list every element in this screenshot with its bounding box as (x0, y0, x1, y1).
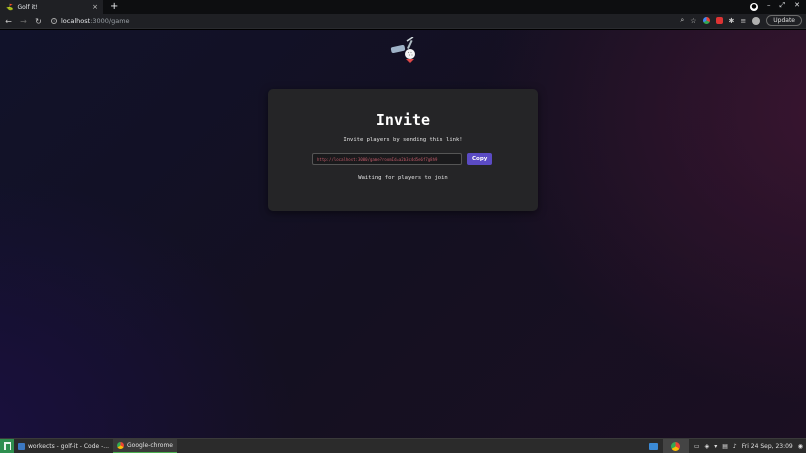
back-arrow-icon[interactable]: ← (2, 17, 15, 26)
browser-right-tools: ⌕ ☆ ✱ ≡ Update (680, 15, 802, 26)
chrome-icon (117, 441, 125, 449)
browser-toolbar: ← → ↻ i localhost:3000/game ⌕ ☆ ✱ ≡ Upda… (0, 14, 806, 29)
invite-link-row: Copy (312, 153, 493, 165)
os-taskbar: workects - golf-it - Code -... Google-ch… (0, 438, 806, 453)
url-host: localhost (61, 17, 91, 25)
taskbar-item-label: Google-chrome (127, 441, 173, 449)
minimize-button[interactable]: – (767, 1, 771, 11)
record-icon[interactable]: ● (750, 3, 759, 11)
volume-icon[interactable]: ♪ (733, 443, 737, 450)
url-path: :3000/game (90, 17, 130, 25)
update-button[interactable]: Update (766, 15, 802, 26)
code-editor-icon (18, 442, 25, 450)
browser-tab-strip: ⛳ Golf it! × + ● – ⤢ ✕ (0, 0, 806, 14)
start-menu-button[interactable] (0, 438, 14, 453)
taskbar-item-chrome[interactable]: Google-chrome (113, 438, 177, 453)
red-extension-icon[interactable] (715, 17, 723, 24)
search-icon[interactable]: ⌕ (680, 16, 684, 25)
page-title: Invite (375, 111, 431, 129)
profile-avatar-icon[interactable] (752, 16, 761, 25)
tab-title: Golf it! (17, 3, 38, 11)
shield-icon[interactable]: ◈ (705, 443, 710, 450)
forward-arrow-icon[interactable]: → (17, 17, 30, 26)
color-extension-icon[interactable] (702, 17, 710, 24)
media-control-icon[interactable]: ≡ (740, 17, 746, 25)
clipboard-icon[interactable]: ▤ (722, 443, 728, 450)
invite-link-input[interactable] (312, 153, 462, 165)
maximize-button[interactable]: ⤢ (780, 1, 786, 11)
taskbar-item-label: workects - golf-it - Code -... (28, 442, 110, 450)
system-tray: ▭ ◈ ▾ ▤ ♪ Fri 24 Sep, 23:09 ◉ (648, 439, 803, 453)
bookmark-star-icon[interactable]: ☆ (690, 17, 696, 25)
clock[interactable]: Fri 24 Sep, 23:09 (742, 443, 793, 450)
taskbar-item-vscode[interactable]: workects - golf-it - Code -... (14, 439, 113, 453)
address-bar[interactable]: i localhost:3000/game (51, 17, 611, 25)
golf-logo-icon (390, 37, 415, 63)
invite-card: Invite Invite players by sending this li… (268, 89, 538, 211)
pinned-chrome-button[interactable] (662, 439, 689, 453)
menu-logo-icon (3, 442, 11, 450)
new-tab-button[interactable]: + (110, 0, 118, 14)
game-page: Invite Invite players by sending this li… (0, 30, 806, 438)
chrome-icon (671, 442, 681, 451)
browser-tab[interactable]: ⛳ Golf it! × (0, 0, 103, 14)
reload-icon[interactable]: ↻ (32, 17, 45, 26)
folder-icon[interactable] (648, 443, 658, 450)
golf-favicon-icon: ⛳ (6, 3, 14, 11)
close-window-button[interactable]: ✕ (794, 1, 800, 11)
site-info-icon[interactable]: i (51, 18, 57, 24)
wifi-icon[interactable]: ▾ (714, 443, 717, 450)
tab-close-icon[interactable]: × (92, 3, 98, 11)
window-controls: ● – ⤢ ✕ (750, 1, 800, 11)
waiting-status: Waiting for players to join (358, 175, 448, 181)
invite-subtitle: Invite players by sending this link! (343, 137, 463, 143)
puzzle-extensions-icon[interactable]: ✱ (729, 17, 735, 25)
terminal-icon[interactable]: ▭ (694, 443, 700, 450)
notification-icon[interactable]: ◉ (798, 443, 803, 450)
copy-button[interactable]: Copy (467, 153, 493, 165)
